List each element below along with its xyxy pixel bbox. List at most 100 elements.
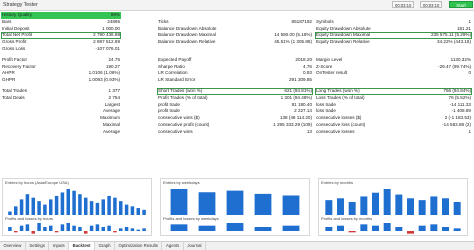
profit-bar bbox=[78, 227, 82, 231]
profit-bar bbox=[360, 224, 368, 231]
stat-label: Balance Drawdown Absolute bbox=[158, 25, 217, 31]
stat-row: Total Deals 2 754 bbox=[1, 95, 121, 102]
tab-graph[interactable]: Graph bbox=[95, 242, 116, 250]
report-column-3: Symbols 1 Equity Drawdown Absolute 181.21 Eq… bbox=[315, 12, 472, 136]
loss-bar bbox=[348, 231, 356, 233]
stat-row: LR Standard Error 291 309.85 bbox=[157, 77, 313, 84]
tab-optimization-results[interactable]: Optimization Results bbox=[115, 242, 163, 250]
stat-label: Initial Deposit bbox=[2, 25, 30, 31]
stat-label: Short Trades (won %) bbox=[158, 87, 203, 93]
stat-value: 181.21 bbox=[456, 25, 471, 31]
stat-value: 756 (94.84%) bbox=[443, 87, 471, 93]
stat-row: consecutive loss (count) -14 583.88 (2) bbox=[315, 122, 472, 129]
entry-bar bbox=[25, 194, 30, 215]
profit-loss-chart bbox=[8, 223, 146, 234]
chart-months: Entries by months Profits and losses by … bbox=[318, 178, 468, 236]
profit-bar bbox=[60, 224, 65, 231]
stat-label: Gross Loss bbox=[2, 45, 26, 51]
stat-label: AHPR bbox=[2, 70, 15, 76]
entry-bar bbox=[198, 192, 216, 215]
stat-label: Loss Trades (% of total) bbox=[316, 94, 365, 100]
stat-value: 2018.20 bbox=[295, 56, 312, 62]
entries-chart bbox=[170, 189, 300, 215]
entry-bar bbox=[78, 194, 82, 215]
stat-value: 190.27 bbox=[105, 63, 120, 69]
stat-value: 0 bbox=[468, 70, 471, 76]
stat-label: Expected Payoff bbox=[158, 56, 192, 62]
profit-bar bbox=[418, 225, 426, 231]
stat-value: 45.51% (1 305.88) bbox=[274, 39, 312, 45]
tab-inputs[interactable]: Inputs bbox=[49, 242, 70, 250]
stat-value: 85187192 bbox=[291, 18, 312, 24]
start-button[interactable]: Start bbox=[449, 1, 473, 8]
stat-row: Largest bbox=[1, 102, 121, 109]
stat-value: 291 309.85 bbox=[289, 77, 312, 83]
stat-row: Total Net Profit 2 790 436.88 bbox=[1, 32, 121, 40]
stat-value: 1130.32% bbox=[450, 56, 471, 62]
tab-overview[interactable]: Overview bbox=[0, 242, 26, 250]
stat-row: Initial Deposit 1 000.00 bbox=[1, 26, 121, 33]
tab-backtest[interactable]: Backtest bbox=[69, 242, 96, 250]
stat-row: Gross Loss -107 076.01 bbox=[1, 46, 121, 53]
stat-row: Equity Drawdown Maximal 235 575.11 (5.29%… bbox=[315, 32, 472, 40]
stat-label: consecutive loss (count) bbox=[316, 121, 366, 127]
stat-row: Loss Trades (% of total) 76 (5.52%) bbox=[315, 95, 472, 102]
stat-label: profit trade bbox=[158, 101, 180, 107]
stat-label: consecutive wins ($) bbox=[158, 115, 200, 121]
stat-label: Ticks bbox=[158, 18, 169, 24]
loss-bar bbox=[84, 231, 88, 234]
stat-row: Sharpe Ratio 4.76 bbox=[157, 64, 313, 71]
stat-row: Balance Drawdown Relative 45.51% (1 305.8… bbox=[157, 39, 313, 46]
stat-row: consecutive losses ($) 2 (-1 183.53) bbox=[315, 115, 472, 122]
tab-journal[interactable]: Journal bbox=[184, 242, 206, 250]
entry-bar bbox=[107, 195, 111, 215]
stat-label: Sharpe Ratio bbox=[158, 63, 185, 69]
tab-agents[interactable]: Agents bbox=[162, 242, 184, 250]
entry-bar bbox=[407, 198, 414, 215]
tester-tabs: Overview Settings Inputs Backtest Graph Optim… bbox=[0, 241, 474, 250]
profit-bar bbox=[101, 227, 105, 231]
loss-bar bbox=[14, 231, 18, 233]
stat-row bbox=[315, 12, 472, 19]
stat-row: Balance Drawdown Absolute bbox=[157, 26, 313, 33]
chart-title: Entries by weekdays bbox=[163, 180, 200, 185]
stat-label: GHPR bbox=[2, 77, 16, 83]
loss-bar bbox=[54, 231, 59, 233]
entry-bar bbox=[66, 189, 70, 215]
entry-bar bbox=[170, 189, 188, 215]
stat-value: 24.75 bbox=[108, 56, 121, 62]
stat-value: Maximal bbox=[102, 121, 120, 127]
loss-bar bbox=[113, 231, 117, 233]
backtest-report: History Quality 99% Bars 24895 Initial Depos… bbox=[0, 12, 474, 163]
stat-row: Maximal bbox=[1, 122, 121, 129]
stat-row: consecutive profit (count) 1 295 333.29 (… bbox=[157, 122, 313, 129]
entry-bar bbox=[31, 197, 35, 215]
stat-label: Total Deals bbox=[2, 94, 25, 100]
profit-bar bbox=[119, 228, 123, 231]
entry-bar bbox=[101, 199, 105, 215]
stat-label: loss trade bbox=[316, 108, 336, 114]
entry-bar bbox=[119, 201, 123, 215]
tab-settings[interactable]: Settings bbox=[26, 242, 50, 250]
profit-bar bbox=[395, 227, 403, 231]
entry-bar bbox=[453, 202, 461, 215]
entry-bar bbox=[95, 202, 100, 215]
stat-label: Bars bbox=[2, 18, 12, 24]
profit-bar bbox=[49, 225, 53, 231]
stat-row: loss trade -1 408.89 bbox=[315, 108, 472, 115]
chart-subtitle: Profits and losses by months bbox=[321, 216, 373, 221]
stat-label: Recovery Factor bbox=[2, 63, 36, 69]
stat-row: AHPR 1.0106 (1.06%) bbox=[1, 70, 121, 77]
stat-value: 24895 bbox=[107, 18, 120, 24]
stat-label: consecutive losses ($) bbox=[316, 115, 362, 121]
entries-chart bbox=[325, 189, 461, 215]
stat-value: 235 575.11 (5.29%) bbox=[430, 32, 471, 38]
stat-value: 621 (94.81%) bbox=[284, 87, 312, 93]
charts-area: Entries by hours (Asia/Europe USA) Profi… bbox=[0, 178, 474, 238]
stat-row bbox=[157, 46, 313, 53]
profit-bar bbox=[107, 225, 111, 231]
stat-row: GHPR 1.0093 (0.93%) bbox=[1, 77, 121, 84]
stat-row: Equity Drawdown Relative 34.22% (443.18) bbox=[315, 39, 472, 46]
stat-row: Average bbox=[1, 129, 121, 136]
chart-title: Entries by hours (Asia/Europe USA) bbox=[5, 180, 69, 185]
